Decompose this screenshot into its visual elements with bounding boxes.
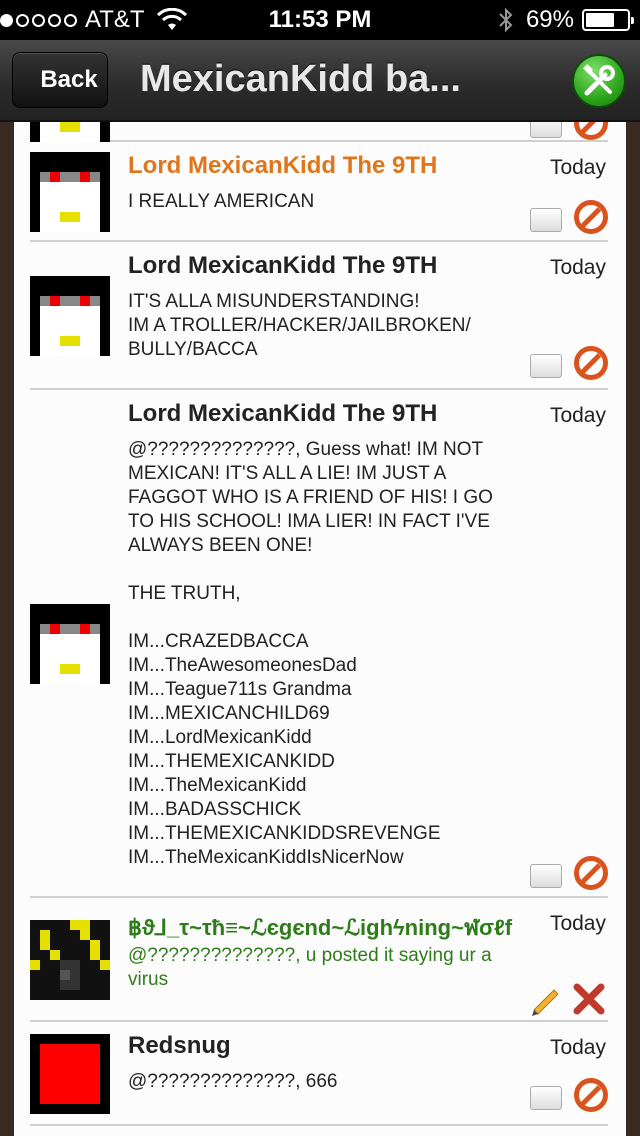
list-item: ฿ϑ⅃_τ~τħ≡~ℒєgєnd~ℒighϟning~ฬσℓf Today @?… <box>30 898 608 1022</box>
list-item-partial <box>30 122 608 142</box>
list-item: Redsnug Today @??????????????, 666 <box>30 1022 608 1126</box>
list-item: Lord MexicanKidd The 9TH Today I REALLY … <box>30 142 608 242</box>
reply-icon[interactable] <box>530 204 564 238</box>
post-author[interactable]: Lord MexicanKidd The 9TH <box>128 152 437 180</box>
status-bar: AT&T 11:53 PM 69% <box>0 0 640 40</box>
bluetooth-icon <box>499 7 513 33</box>
avatar <box>30 604 110 684</box>
reply-icon[interactable] <box>530 1082 564 1116</box>
post-message: @??????????????, Guess what! IM NOT MEXI… <box>128 439 493 868</box>
reply-icon[interactable] <box>530 122 564 144</box>
comment-list[interactable]: Lord MexicanKidd The 9TH Today I REALLY … <box>14 122 626 1136</box>
edit-icon[interactable] <box>528 982 562 1016</box>
battery-percent: 69% <box>525 6 574 33</box>
reply-icon[interactable] <box>530 350 564 384</box>
post-author[interactable]: Redsnug <box>128 1032 231 1060</box>
tools-button[interactable] <box>572 54 626 108</box>
post-date: Today <box>549 156 606 179</box>
page-title: MexicanKidd ba... <box>140 58 461 100</box>
reply-icon[interactable] <box>530 860 564 894</box>
post-author[interactable]: ฿ϑ⅃_τ~τħ≡~ℒєgєnd~ℒighϟning~ฬσℓf <box>128 910 512 945</box>
avatar <box>30 152 110 232</box>
post-message: I REALLY AMERICAN <box>128 191 315 212</box>
back-button[interactable]: Back <box>12 52 108 108</box>
avatar <box>30 122 110 142</box>
post-date: Today <box>549 912 606 935</box>
post-date: Today <box>549 1036 606 1059</box>
block-icon[interactable] <box>574 200 608 234</box>
navigation-bar: Back MexicanKidd ba... <box>0 40 640 122</box>
post-message: @??????????????, u posted it saying ur a… <box>128 945 492 990</box>
battery-icon <box>582 9 634 31</box>
post-date: Today <box>549 256 606 279</box>
post-message: IT'S ALLA MISUNDERSTANDING! IM A TROLLER… <box>128 291 471 360</box>
block-icon[interactable] <box>574 1078 608 1112</box>
block-icon[interactable] <box>574 856 608 890</box>
avatar <box>30 1034 110 1114</box>
post-message: @??????????????, 666 <box>128 1071 338 1092</box>
delete-icon[interactable] <box>572 982 606 1016</box>
tools-icon <box>583 64 615 96</box>
back-button-label: Back <box>40 66 98 93</box>
post-author[interactable]: Lord MexicanKidd The 9TH <box>128 400 437 428</box>
block-icon[interactable] <box>574 122 608 140</box>
avatar <box>30 276 110 356</box>
post-date: Today <box>549 404 606 427</box>
block-icon[interactable] <box>574 346 608 380</box>
list-item: Lord MexicanKidd The 9TH Today @????????… <box>30 390 608 898</box>
post-author[interactable]: Lord MexicanKidd The 9TH <box>128 252 437 280</box>
list-item: Lord MexicanKidd The 9TH Today IT'S ALLA… <box>30 242 608 390</box>
avatar <box>30 920 110 1000</box>
